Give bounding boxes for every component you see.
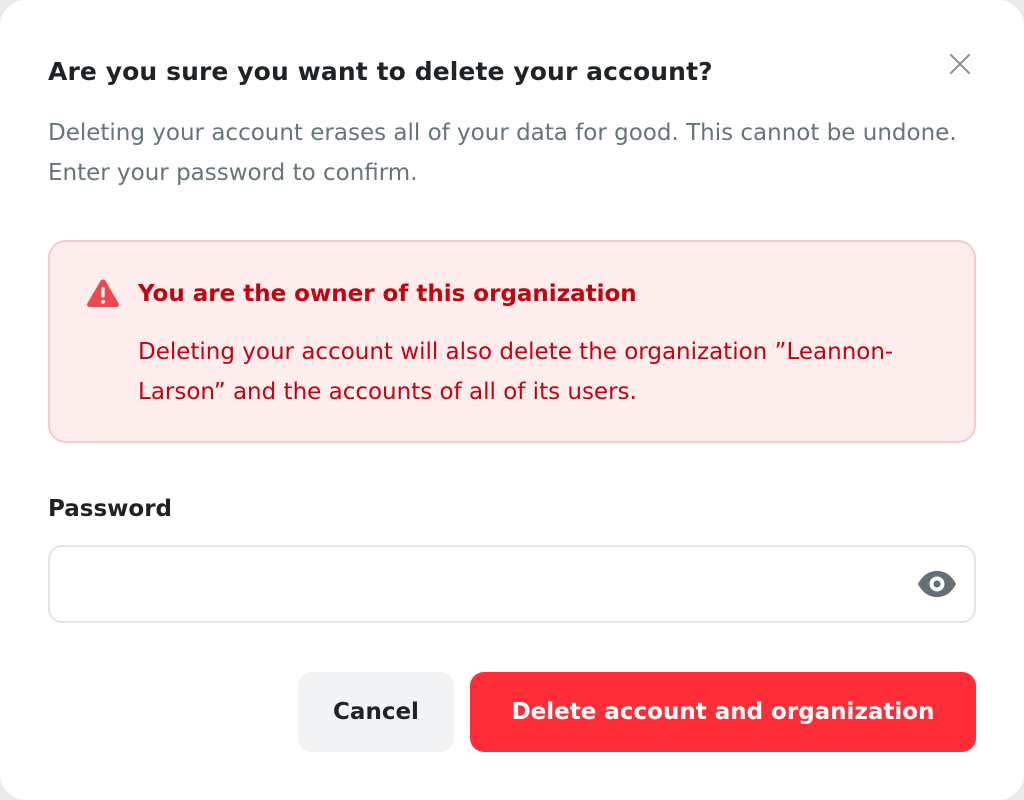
eye-icon (918, 571, 956, 597)
delete-account-button[interactable]: Delete account and organization (470, 672, 976, 752)
alert-title: You are the owner of this organization (138, 281, 637, 307)
dialog-title: Are you sure you want to delete your acc… (48, 57, 713, 86)
delete-account-dialog: Are you sure you want to delete your acc… (0, 0, 1024, 800)
owner-warning-alert: You are the owner of this organization D… (48, 240, 976, 443)
password-label: Password (48, 496, 172, 522)
cancel-button[interactable]: Cancel (298, 672, 454, 752)
password-input[interactable] (68, 547, 902, 623)
dialog-description: Deleting your account erases all of your… (48, 120, 957, 186)
show-password-button[interactable] (916, 565, 958, 603)
password-field (48, 545, 976, 623)
warning-icon (87, 279, 119, 307)
alert-body: Deleting your account will also delete t… (138, 339, 894, 405)
close-button[interactable] (944, 48, 976, 80)
close-icon (949, 53, 971, 75)
